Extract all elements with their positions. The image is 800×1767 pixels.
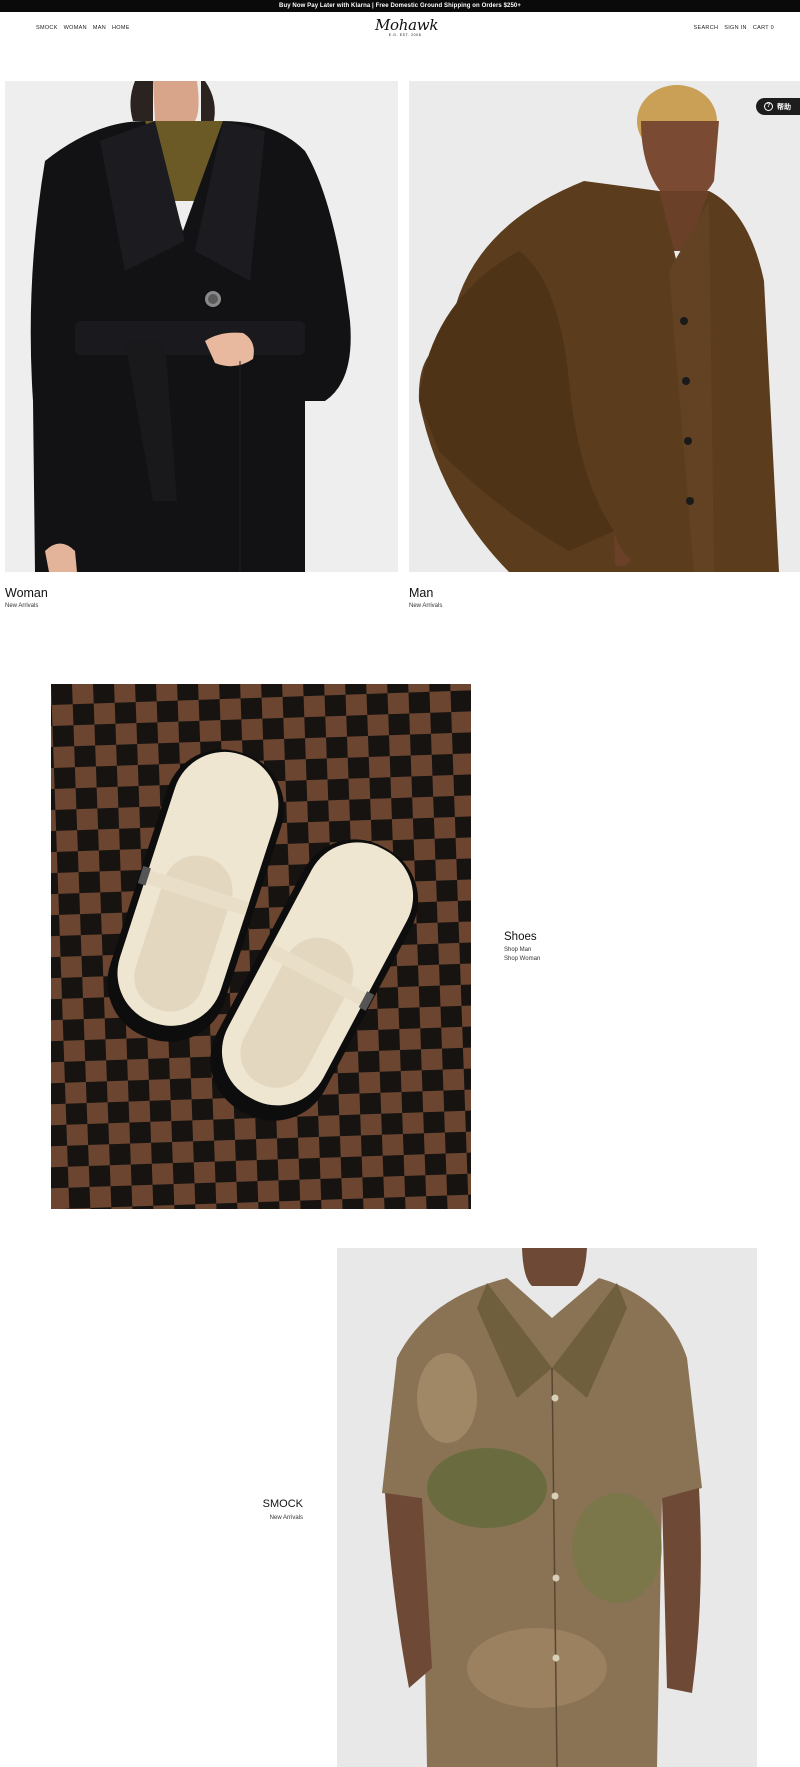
- smock-feature-image[interactable]: [337, 1248, 757, 1767]
- shop-woman-link[interactable]: Shop Woman: [504, 956, 540, 962]
- nav-cart[interactable]: CART 0: [753, 25, 774, 31]
- smock-section-title[interactable]: SMOCK: [258, 1498, 303, 1510]
- man-section-subtitle[interactable]: New Arrivals: [409, 603, 442, 609]
- nav-woman[interactable]: WOMAN: [64, 25, 87, 31]
- shop-man-link[interactable]: Shop Man: [504, 947, 531, 953]
- shoes-section-title[interactable]: Shoes: [504, 931, 537, 943]
- nav-search[interactable]: SEARCH: [694, 25, 719, 31]
- man-cardigan-photo: [409, 81, 800, 572]
- nav-man[interactable]: MAN: [93, 25, 106, 31]
- help-chat-button[interactable]: ? 帮助: [756, 98, 800, 115]
- nav-sign-in[interactable]: SIGN IN: [724, 25, 747, 31]
- utility-nav: SEARCH SIGN IN CART 0: [694, 25, 774, 31]
- smock-shirt-photo: [337, 1248, 757, 1767]
- woman-section-subtitle[interactable]: New Arrivals: [5, 603, 38, 609]
- woman-hero-image[interactable]: [5, 81, 398, 572]
- help-chat-label: 帮助: [777, 103, 791, 111]
- shoes-checker-photo: [51, 684, 471, 1209]
- site-header: SMOCK WOMAN MAN HOME Mohawk E.G. EST. 20…: [0, 12, 800, 46]
- smock-section-subtitle[interactable]: New Arrivals: [240, 1515, 303, 1521]
- woman-section-title[interactable]: Woman: [5, 586, 48, 600]
- logo-wordmark: Mohawk: [375, 16, 439, 34]
- man-section-title[interactable]: Man: [409, 586, 433, 600]
- brand-logo[interactable]: Mohawk E.G. EST. 2008: [375, 16, 439, 37]
- announcement-bar: Buy Now Pay Later with Klarna | Free Dom…: [0, 0, 800, 12]
- nav-home[interactable]: HOME: [112, 25, 130, 31]
- help-circle-icon: ?: [764, 102, 773, 111]
- primary-nav: SMOCK WOMAN MAN HOME: [36, 25, 130, 31]
- woman-coat-photo: [5, 81, 398, 572]
- man-hero-image[interactable]: [409, 81, 800, 572]
- shoes-feature-image[interactable]: [51, 684, 471, 1209]
- nav-smock[interactable]: SMOCK: [36, 25, 58, 31]
